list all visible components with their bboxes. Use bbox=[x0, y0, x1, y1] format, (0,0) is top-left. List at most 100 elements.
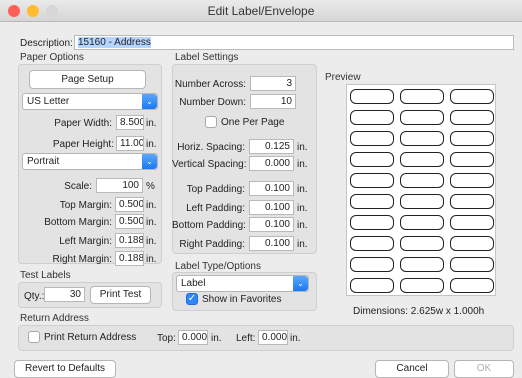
left-margin-unit: in. bbox=[146, 236, 157, 247]
top-padding-unit: in. bbox=[297, 184, 308, 195]
preview-label-cell bbox=[400, 257, 444, 272]
chevron-down-icon: ⌄ bbox=[293, 276, 308, 291]
preview-label-cell bbox=[400, 110, 444, 125]
number-across-field[interactable]: 3 bbox=[250, 76, 296, 91]
label-type-heading: Label Type/Options bbox=[175, 261, 261, 272]
return-left-label: Left: bbox=[236, 333, 256, 344]
description-label: Description: bbox=[20, 38, 73, 49]
paper-options-heading: Paper Options bbox=[20, 52, 84, 63]
top-margin-field[interactable]: 0.500 bbox=[115, 197, 144, 212]
print-test-button[interactable]: Print Test bbox=[90, 286, 151, 304]
left-padding-field[interactable]: 0.100 bbox=[249, 200, 294, 215]
preview-label-cell bbox=[450, 110, 494, 125]
edit-label-window: Edit Label/Envelope Description: 15160 -… bbox=[0, 0, 522, 378]
return-top-field[interactable]: 0.000 bbox=[178, 330, 208, 345]
show-in-favorites-checkbox[interactable]: ✓ bbox=[186, 293, 198, 305]
preview-label-cell bbox=[400, 215, 444, 230]
bottom-padding-field[interactable]: 0.100 bbox=[249, 217, 294, 232]
preview-label-cell bbox=[400, 194, 444, 209]
label-settings-heading: Label Settings bbox=[175, 52, 239, 63]
chevron-down-icon: ⌄ bbox=[142, 94, 157, 109]
preview-label-cell bbox=[450, 131, 494, 146]
title-bar: Edit Label/Envelope bbox=[0, 0, 522, 22]
paper-height-field[interactable]: 11.000 bbox=[116, 136, 144, 151]
page-setup-button[interactable]: Page Setup bbox=[29, 70, 146, 89]
right-padding-unit: in. bbox=[297, 239, 308, 250]
return-left-field[interactable]: 0.000 bbox=[258, 330, 288, 345]
description-value: 15160 - Address bbox=[78, 37, 151, 48]
preview-label-cell bbox=[350, 152, 394, 167]
preview-label-cell bbox=[350, 215, 394, 230]
top-padding-field[interactable]: 0.100 bbox=[249, 181, 294, 196]
preview-heading: Preview bbox=[325, 72, 361, 83]
preview-label-cell bbox=[450, 278, 494, 293]
vertical-spacing-field[interactable]: 0.000 bbox=[249, 156, 294, 171]
label-type-select[interactable]: Label ⌄ bbox=[176, 275, 309, 292]
preview-label-cell bbox=[400, 236, 444, 251]
return-top-label: Top: bbox=[157, 333, 176, 344]
paper-height-label: Paper Height: bbox=[52, 139, 114, 150]
right-padding-field[interactable]: 0.100 bbox=[249, 236, 294, 251]
top-margin-label: Top Margin: bbox=[59, 200, 112, 211]
left-margin-field[interactable]: 0.188 bbox=[115, 233, 144, 248]
preview-label-cell bbox=[400, 278, 444, 293]
scale-unit: % bbox=[146, 181, 155, 192]
top-margin-unit: in. bbox=[146, 200, 157, 211]
left-padding-unit: in. bbox=[297, 203, 308, 214]
qty-label: Qty.: bbox=[24, 291, 45, 302]
return-top-unit: in. bbox=[211, 333, 222, 344]
paper-width-field[interactable]: 8.500 bbox=[116, 115, 144, 130]
top-padding-label: Top Padding: bbox=[186, 184, 245, 195]
preview-label-cell bbox=[400, 152, 444, 167]
horiz-spacing-unit: in. bbox=[297, 142, 308, 153]
preview-label-cell bbox=[450, 236, 494, 251]
qty-field[interactable]: 30 bbox=[44, 287, 85, 302]
checkmark-icon: ✓ bbox=[187, 293, 197, 304]
one-per-page-checkbox[interactable] bbox=[205, 116, 217, 128]
paper-size-select[interactable]: US Letter ⌄ bbox=[22, 93, 158, 110]
preview-label-cell bbox=[400, 173, 444, 188]
chevron-down-icon: ⌄ bbox=[142, 154, 157, 169]
bottom-margin-label: Bottom Margin: bbox=[44, 217, 112, 228]
number-down-label: Number Down: bbox=[179, 97, 246, 108]
preview-label-cell bbox=[350, 236, 394, 251]
print-return-address-checkbox[interactable] bbox=[28, 331, 40, 343]
vertical-spacing-unit: in. bbox=[297, 159, 308, 170]
number-across-label: Number Across: bbox=[174, 79, 246, 90]
orientation-select[interactable]: Portrait ⌄ bbox=[22, 153, 158, 170]
scale-field[interactable]: 100 bbox=[96, 178, 143, 193]
horiz-spacing-field[interactable]: 0.125 bbox=[249, 139, 294, 154]
preview-label-cell bbox=[350, 194, 394, 209]
right-padding-label: Right Padding: bbox=[179, 239, 245, 250]
horiz-spacing-label: Horiz. Spacing: bbox=[177, 142, 245, 153]
preview-label-cell bbox=[350, 110, 394, 125]
cancel-button[interactable]: Cancel bbox=[375, 360, 449, 378]
paper-size-value: US Letter bbox=[27, 96, 70, 107]
right-margin-unit: in. bbox=[146, 254, 157, 265]
window-title: Edit Label/Envelope bbox=[207, 4, 315, 18]
number-down-field[interactable]: 10 bbox=[250, 94, 296, 109]
one-per-page-label: One Per Page bbox=[221, 117, 285, 128]
right-margin-field[interactable]: 0.188 bbox=[115, 251, 144, 266]
description-field[interactable]: 15160 - Address bbox=[74, 35, 514, 50]
print-return-address-label: Print Return Address bbox=[44, 332, 137, 343]
bottom-margin-field[interactable]: 0.500 bbox=[115, 214, 144, 229]
preview-label-cell bbox=[450, 152, 494, 167]
left-margin-label: Left Margin: bbox=[59, 236, 112, 247]
paper-width-label: Paper Width: bbox=[54, 118, 112, 129]
preview-label-cell bbox=[350, 278, 394, 293]
paper-width-unit: in. bbox=[146, 118, 157, 129]
preview-label-cell bbox=[350, 131, 394, 146]
preview-label-cell bbox=[450, 257, 494, 272]
return-left-unit: in. bbox=[290, 333, 301, 344]
dimensions-text: Dimensions: 2.625w x 1.000h bbox=[353, 306, 485, 317]
orientation-value: Portrait bbox=[27, 156, 60, 167]
ok-button[interactable]: OK bbox=[454, 360, 514, 378]
preview-label-cell bbox=[400, 89, 444, 104]
bottom-padding-unit: in. bbox=[297, 220, 308, 231]
preview-label-cell bbox=[450, 215, 494, 230]
preview-label-cell bbox=[350, 173, 394, 188]
preview-label-cell bbox=[350, 89, 394, 104]
right-margin-label: Right Margin: bbox=[52, 254, 112, 265]
revert-to-defaults-button[interactable]: Revert to Defaults bbox=[14, 360, 116, 378]
